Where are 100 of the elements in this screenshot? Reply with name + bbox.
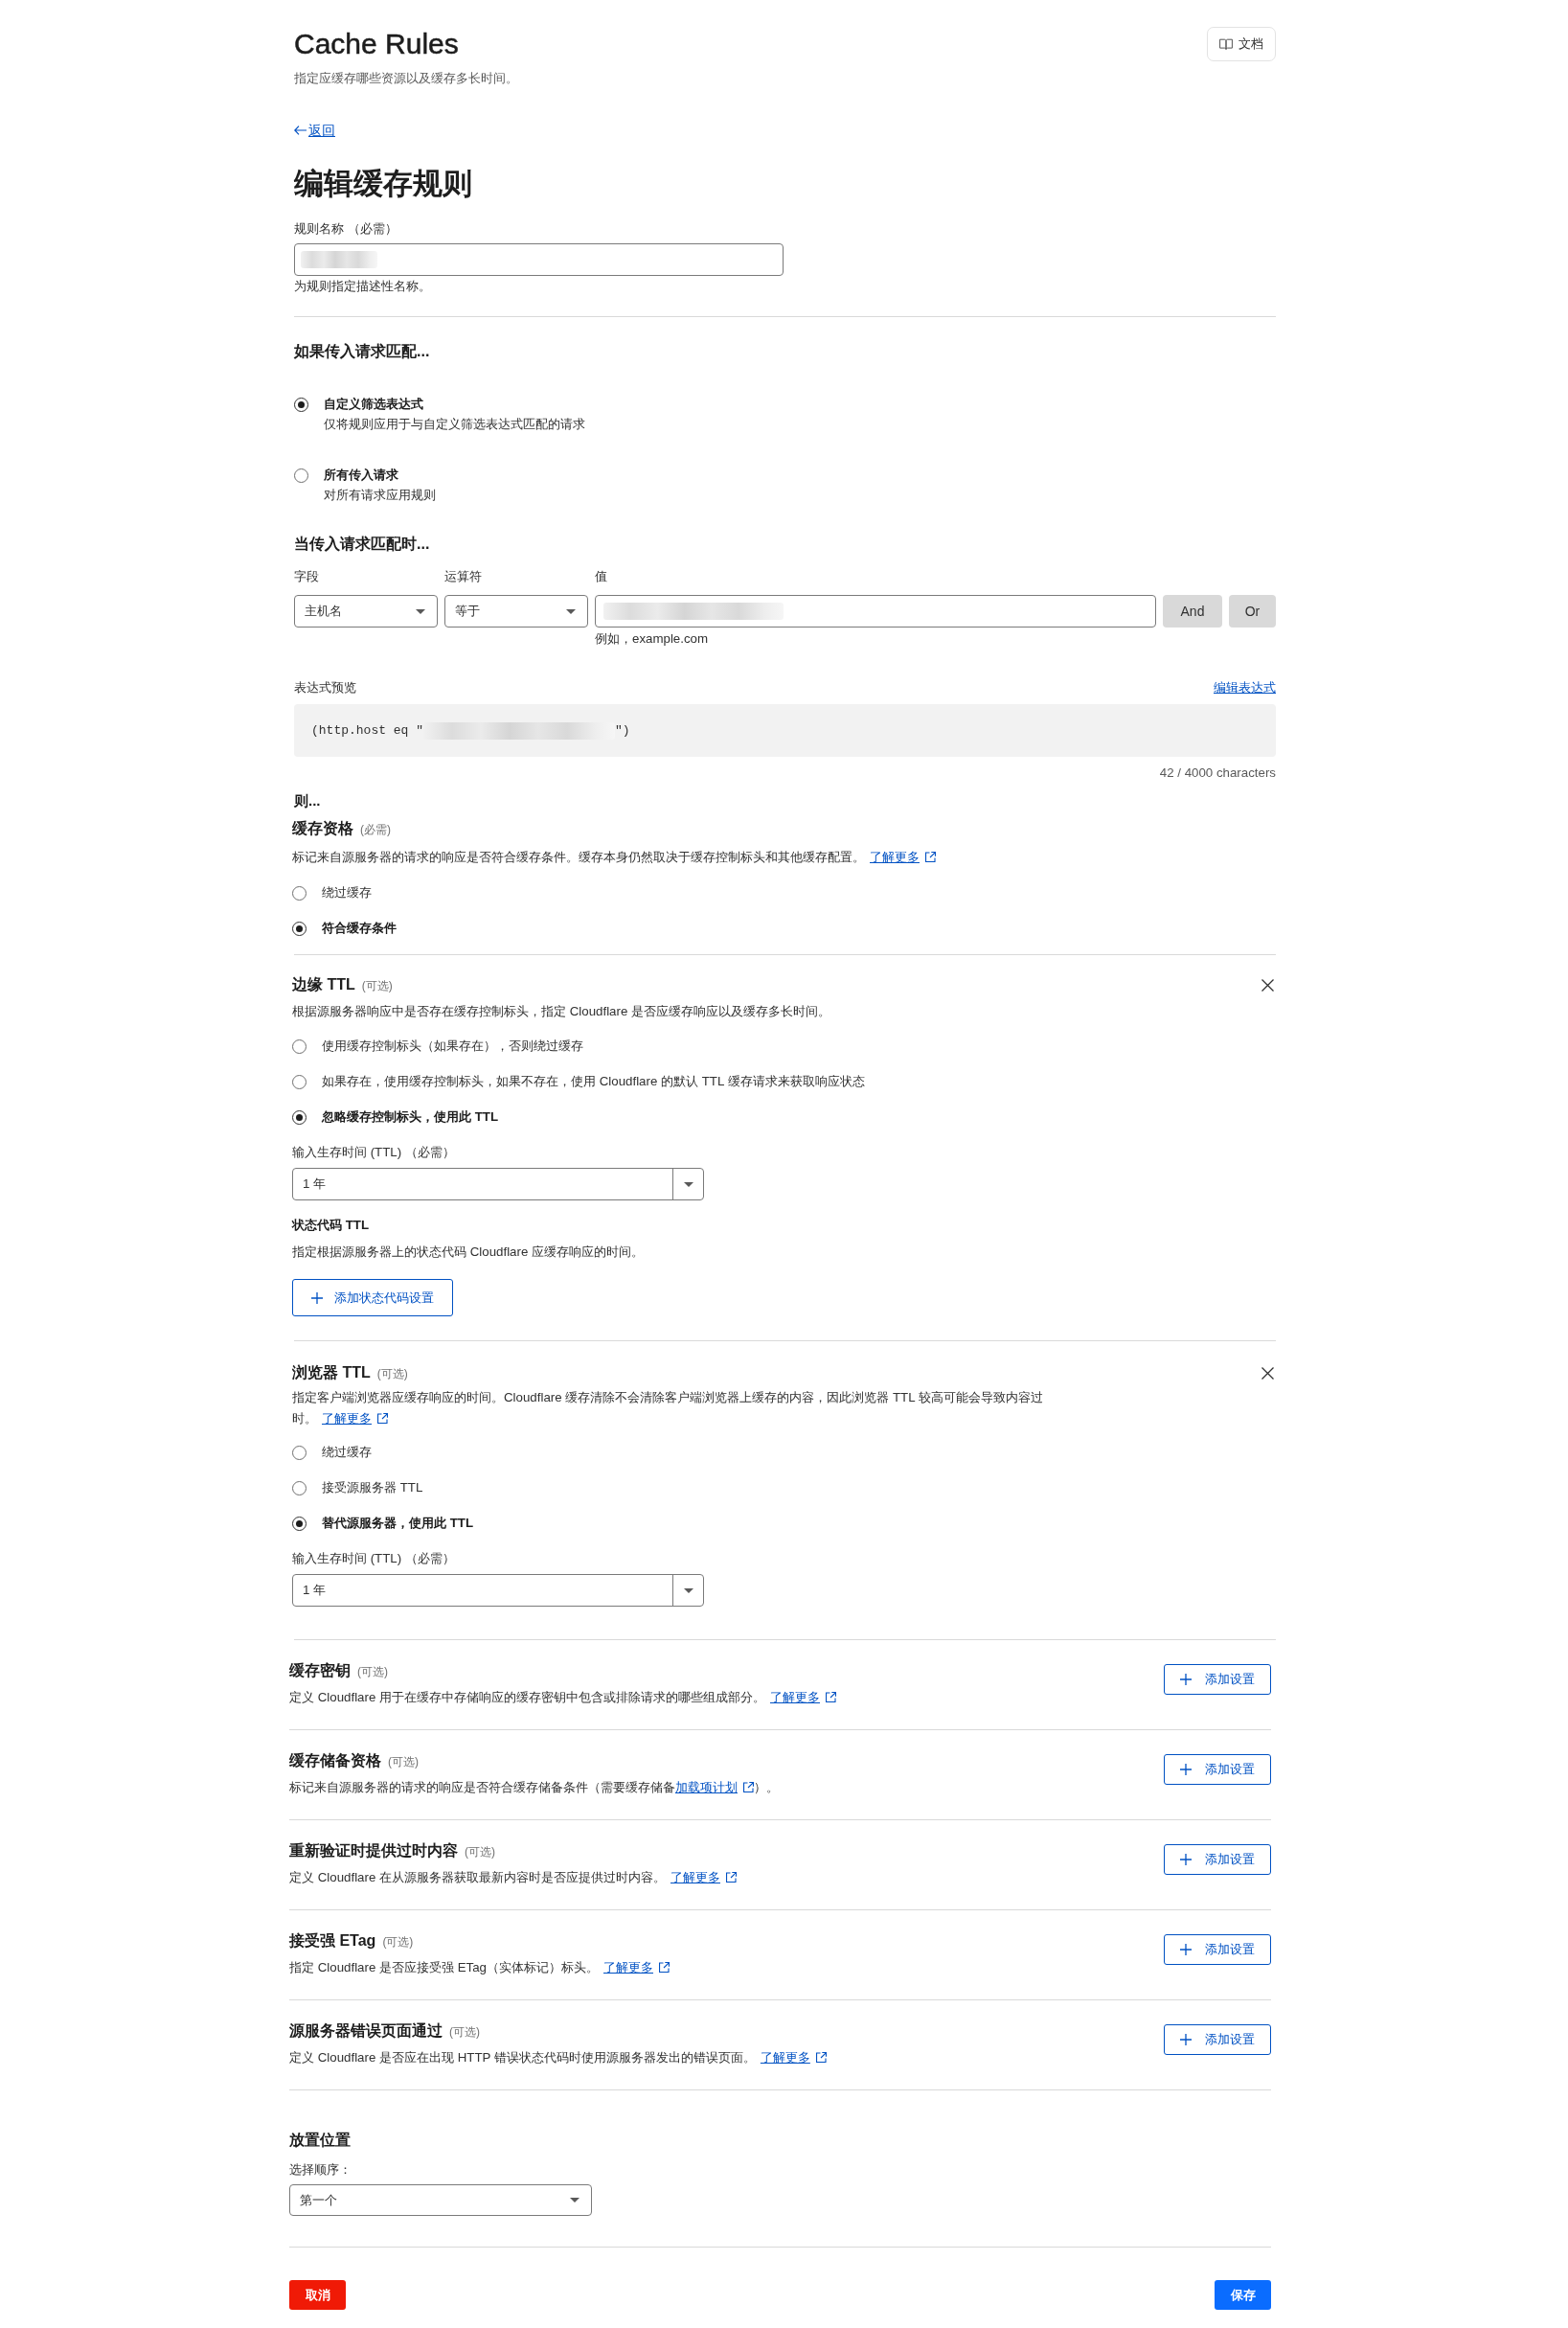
save-button[interactable]: 保存 xyxy=(1215,2280,1271,2310)
caret-down-icon xyxy=(416,608,425,614)
description-link[interactable]: 了解更多 xyxy=(603,1960,653,1974)
external-link-icon xyxy=(659,1962,670,1973)
radio-button[interactable] xyxy=(292,1516,307,1531)
subsection-title: 状态代码 TTL xyxy=(292,1217,370,1234)
radio-label: 自定义筛选表达式 xyxy=(324,396,423,413)
setting-tag: (可选) xyxy=(357,1664,388,1680)
setting-tag: (可选) xyxy=(382,1934,414,1951)
add-setting-button[interactable]: 添加设置 xyxy=(1164,1934,1271,1965)
rule-name-field[interactable] xyxy=(294,243,784,276)
radio-label: 绕过缓存 xyxy=(322,1444,372,1461)
back-link[interactable]: 返回 xyxy=(294,121,335,140)
radio-label: 忽略缓存控制标头，使用此 TTL xyxy=(322,1108,499,1126)
column-label: 字段 xyxy=(294,568,319,585)
section-title: 边缘 TTL xyxy=(292,975,355,994)
field-label: 输入生存时间 (TTL) （必需） xyxy=(292,1144,455,1161)
setting-title: 源服务器错误页面通过 xyxy=(289,2021,443,2041)
ttl-select[interactable]: 1 年 xyxy=(292,1574,704,1607)
external-link-icon xyxy=(815,2052,827,2063)
operator-select[interactable]: 等于 xyxy=(444,595,588,628)
section-description: 标记来自源服务器的请求的响应是否符合缓存条件。缓存本身仍然取决于缓存控制标头和其他缓存配置。 了解更多 xyxy=(292,847,936,868)
preview-label: 表达式预览 xyxy=(294,679,356,696)
external-link-icon xyxy=(377,1413,388,1424)
description-link[interactable]: 了解更多 xyxy=(870,850,920,864)
radio-label: 符合缓存条件 xyxy=(322,920,397,937)
add-status-code-button[interactable]: 添加状态代码设置 xyxy=(292,1279,453,1316)
section-title: 缓存资格 xyxy=(292,819,353,838)
field-label: 输入生存时间 (TTL) （必需） xyxy=(292,1550,455,1567)
expression-code: (http.host eq " ") xyxy=(311,721,630,740)
external-link-icon xyxy=(726,1872,737,1883)
book-icon xyxy=(1219,38,1233,50)
caret-down-icon xyxy=(566,608,576,614)
logic-button[interactable]: Or xyxy=(1229,595,1276,628)
add-setting-button[interactable]: 添加设置 xyxy=(1164,2024,1271,2055)
radio-button[interactable] xyxy=(292,1445,307,1460)
logic-button[interactable]: And xyxy=(1163,595,1222,628)
description-link[interactable]: 了解更多 xyxy=(760,2050,810,2065)
ttl-select[interactable]: 1 年 xyxy=(292,1168,704,1200)
field-select[interactable]: 主机名 xyxy=(294,595,438,628)
cancel-button[interactable]: 取消 xyxy=(289,2280,346,2310)
column-label: 运算符 xyxy=(444,568,482,585)
section-heading: 则... xyxy=(294,792,321,809)
edit-expression-link[interactable]: 编辑表达式 xyxy=(1214,679,1276,696)
order-select[interactable]: 第一个 xyxy=(289,2184,592,2216)
external-link-icon xyxy=(743,1782,754,1792)
plus-icon xyxy=(1180,1674,1192,1685)
page-subtitle: 指定应缓存哪些资源以及缓存多长时间。 xyxy=(294,70,518,87)
close-icon[interactable] xyxy=(1261,1366,1274,1380)
plus-icon xyxy=(311,1291,323,1304)
setting-title: 接受强 ETag xyxy=(289,1931,376,1951)
radio-label: 使用缓存控制标头（如果存在），否则绕过缓存 xyxy=(322,1038,583,1055)
section-description: 根据源服务器响应中是否存在缓存控制标头，指定 Cloudflare 是否应缓存响应以及缓存多长时间。 xyxy=(292,1003,830,1020)
radio-description: 仅将规则应用于与自定义筛选表达式匹配的请求 xyxy=(324,416,585,433)
page-heading: 编辑缓存规则 xyxy=(294,166,472,202)
caret-down-icon xyxy=(683,1181,693,1187)
plus-icon xyxy=(1180,1944,1192,1955)
value-field[interactable] xyxy=(595,595,1156,628)
description-link[interactable]: 了解更多 xyxy=(770,1690,820,1704)
radio-button[interactable] xyxy=(294,397,308,412)
radio-label: 接受源服务器 TTL xyxy=(322,1479,423,1496)
description-link[interactable]: 加载项计划 xyxy=(675,1780,738,1794)
section-tag: (可选) xyxy=(361,978,393,994)
radio-label: 所有传入请求 xyxy=(324,467,398,484)
description-link[interactable]: 了解更多 xyxy=(670,1870,720,1884)
caret-down-icon xyxy=(683,1587,693,1593)
section-heading: 当传入请求匹配时... xyxy=(294,535,430,554)
radio-button[interactable] xyxy=(292,1109,307,1125)
field-hint: 例如，example.com xyxy=(595,630,709,648)
character-counter: 42 / 4000 characters xyxy=(1159,765,1276,782)
radio-label: 绕过缓存 xyxy=(322,884,372,902)
radio-button[interactable] xyxy=(292,921,307,936)
docs-button[interactable]: 文档 xyxy=(1207,27,1276,61)
setting-description: 标记来自源服务器的请求的响应是否符合缓存储备条件（需要缓存储备加载项计划 ）。 xyxy=(289,1779,779,1796)
radio-button[interactable] xyxy=(294,468,308,483)
radio-label: 替代源服务器，使用此 TTL xyxy=(322,1515,474,1532)
field-hint: 为规则指定描述性名称。 xyxy=(294,278,431,295)
section-description: 指定客户端浏览器应缓存响应的时间。Cloudflare 缓存清除不会清除客户端浏览器上缓存的内容，因此浏览器 TTL 较高可能会导致内容过时。 了解更多 xyxy=(292,1389,1044,1427)
radio-button[interactable] xyxy=(292,1038,307,1054)
close-icon[interactable] xyxy=(1261,978,1274,992)
add-setting-button[interactable]: 添加设置 xyxy=(1164,1664,1271,1695)
setting-title: 重新验证时提供过时内容 xyxy=(289,1841,458,1860)
add-setting-button[interactable]: 添加设置 xyxy=(1164,1844,1271,1875)
radio-button[interactable] xyxy=(292,885,307,901)
radio-description: 对所有请求应用规则 xyxy=(324,487,436,504)
section-tag: (可选) xyxy=(376,1366,408,1382)
setting-description: 定义 Cloudflare 在从源服务器获取最新内容时是否应提供过时内容。 了解更多 xyxy=(289,1868,737,1887)
setting-title: 缓存密钥 xyxy=(289,1661,351,1680)
column-label: 值 xyxy=(595,568,607,585)
arrow-left-icon xyxy=(294,126,307,135)
add-setting-button[interactable]: 添加设置 xyxy=(1164,1754,1271,1785)
setting-title: 缓存储备资格 xyxy=(289,1751,381,1770)
radio-button[interactable] xyxy=(292,1480,307,1495)
section-title: 浏览器 TTL xyxy=(292,1363,371,1382)
description-link[interactable]: 了解更多 xyxy=(322,1411,372,1426)
setting-tag: (可选) xyxy=(465,1844,495,1860)
section-tag: (必需) xyxy=(360,822,391,838)
external-link-icon xyxy=(925,852,936,862)
radio-button[interactable] xyxy=(292,1074,307,1089)
setting-description: 指定 Cloudflare 是否应接受强 ETag（实体标记）标头。 了解更多 xyxy=(289,1958,670,1977)
